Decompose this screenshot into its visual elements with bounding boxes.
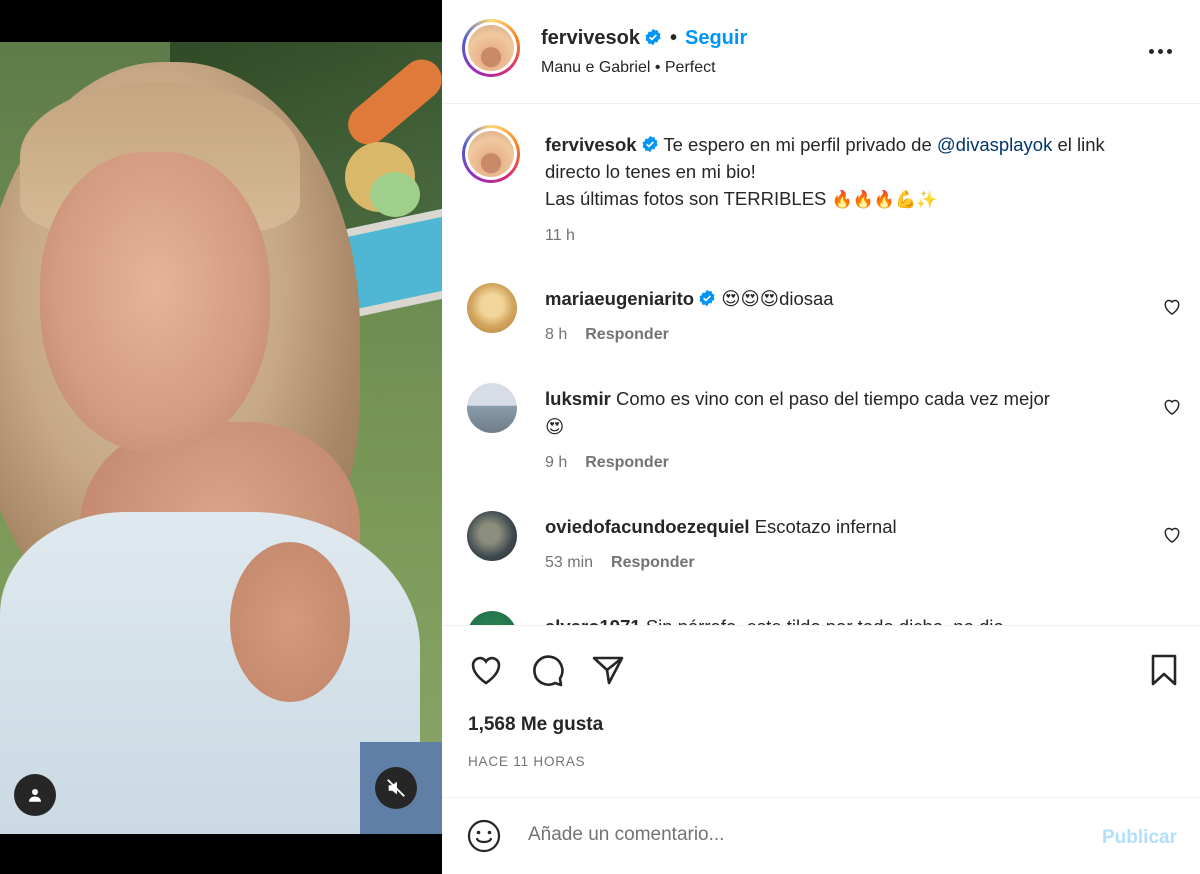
comment-username[interactable]: alvaro1971 bbox=[545, 616, 641, 625]
comment: oviedofacundoezequiel Escotazo infernal bbox=[545, 513, 1145, 541]
muted-audio-icon bbox=[387, 779, 405, 797]
caption: fervivesok Te espero en mi perfil privad… bbox=[545, 131, 1145, 213]
author-line: fervivesok • Seguir bbox=[541, 27, 747, 50]
heart-icon[interactable] bbox=[1162, 297, 1182, 317]
verified-badge-icon bbox=[645, 28, 661, 46]
comment-input[interactable] bbox=[528, 824, 1088, 846]
likes-count[interactable]: 1,568 Me gusta bbox=[468, 714, 603, 736]
comment-username[interactable]: luksmir bbox=[545, 388, 611, 409]
caption-time[interactable]: 11 h bbox=[545, 227, 575, 245]
comment: luksmir Como es vino con el paso del tie… bbox=[545, 385, 1145, 441]
reply-button[interactable]: Responder bbox=[611, 554, 695, 571]
mute-toggle-button[interactable] bbox=[375, 767, 417, 809]
heart-icon[interactable] bbox=[1162, 525, 1182, 545]
heart-icon[interactable] bbox=[1162, 397, 1182, 417]
send-icon[interactable] bbox=[588, 650, 628, 690]
post-actions: 1,568 Me gusta HACE 11 HORAS bbox=[442, 625, 1200, 797]
post-photo bbox=[0, 42, 442, 834]
caption-line: Las últimas fotos son TERRIBLES bbox=[545, 188, 832, 209]
comment-avatar[interactable] bbox=[467, 383, 517, 433]
comment-username[interactable]: mariaeugeniarito bbox=[545, 288, 694, 309]
comment-meta: 8 h Responder bbox=[545, 326, 669, 344]
comment-time[interactable]: 8 h bbox=[545, 326, 567, 343]
caption-emojis: 🔥🔥🔥💪✨ bbox=[831, 190, 938, 209]
comment-composer: Publicar bbox=[442, 797, 1200, 874]
separator-dot: • bbox=[669, 27, 677, 49]
comment-text: Como es vino con el paso del tiempo cada… bbox=[615, 388, 1050, 409]
comment-time[interactable]: 9 h bbox=[545, 454, 567, 471]
comment-icon[interactable] bbox=[528, 650, 568, 690]
follow-button[interactable]: Seguir bbox=[685, 27, 747, 49]
more-options-button[interactable] bbox=[1140, 38, 1180, 64]
caption-username[interactable]: fervivesok bbox=[545, 134, 637, 155]
bookmark-icon[interactable] bbox=[1144, 650, 1184, 690]
caption-author-avatar[interactable] bbox=[462, 125, 520, 183]
caption-mention-link[interactable]: @divasplayok bbox=[937, 134, 1052, 155]
verified-badge-icon bbox=[642, 135, 658, 153]
reply-button[interactable]: Responder bbox=[585, 326, 669, 343]
comment-avatar[interactable] bbox=[467, 283, 517, 333]
comment-meta: 9 h Responder bbox=[545, 454, 669, 472]
tagged-users-button[interactable] bbox=[14, 774, 56, 816]
heart-icon[interactable] bbox=[466, 650, 506, 690]
reply-button[interactable]: Responder bbox=[585, 454, 669, 471]
post-header: fervivesok • Seguir Manu e Gabriel • Perfe… bbox=[442, 0, 1200, 104]
post-media[interactable] bbox=[0, 0, 442, 874]
comment-avatar[interactable] bbox=[467, 511, 517, 561]
comment-text: Escotazo infernal bbox=[754, 516, 897, 537]
comment-text: Sin párrafo, este tildo por todo dicho, … bbox=[646, 616, 1019, 625]
more-icon bbox=[1148, 48, 1154, 54]
comments-list[interactable]: fervivesok Te espero en mi perfil privad… bbox=[442, 105, 1200, 625]
publish-button[interactable]: Publicar bbox=[1102, 827, 1177, 849]
user-tag-icon bbox=[29, 789, 41, 802]
comment-time[interactable]: 53 min bbox=[545, 554, 593, 571]
author-avatar[interactable] bbox=[462, 19, 520, 77]
smile-icon[interactable] bbox=[466, 818, 502, 854]
comment-avatar[interactable] bbox=[467, 611, 517, 625]
post-timestamp[interactable]: HACE 11 HORAS bbox=[468, 754, 585, 769]
comment: mariaeugeniarito 😍😍😍diosaa bbox=[545, 285, 1145, 313]
comment-text-emoji: 😍 bbox=[545, 416, 565, 437]
comment-meta: 53 min Responder bbox=[545, 554, 695, 572]
comment: alvaro1971 Sin párrafo, este tildo por t… bbox=[545, 613, 1145, 625]
post-sidebar: fervivesok • Seguir Manu e Gabriel • Perfe… bbox=[442, 0, 1200, 874]
author-username[interactable]: fervivesok bbox=[541, 27, 640, 49]
audio-subtitle[interactable]: Manu e Gabriel • Perfect bbox=[541, 59, 716, 77]
comment-text: 😍😍😍diosaa bbox=[721, 288, 834, 309]
comment-username[interactable]: oviedofacundoezequiel bbox=[545, 516, 750, 537]
verified-badge-icon bbox=[699, 289, 715, 307]
caption-text-start: Te espero en mi perfil privado de bbox=[663, 134, 937, 155]
